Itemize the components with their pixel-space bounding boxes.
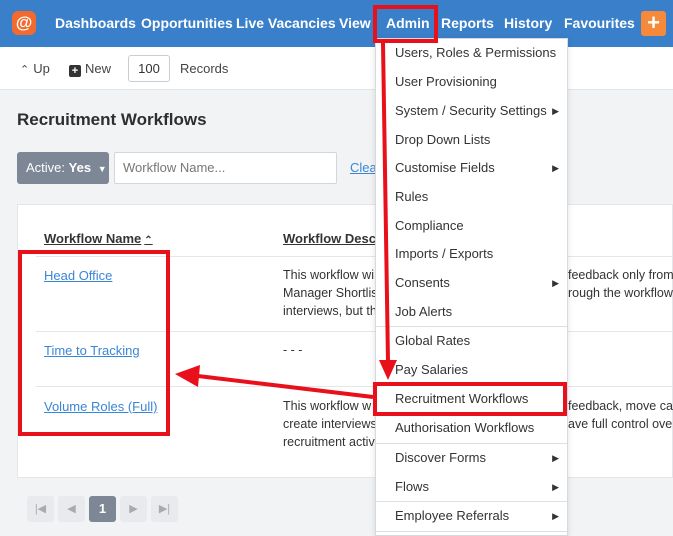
arrow-down-line (381, 42, 390, 363)
arrow-down-head (379, 360, 397, 380)
arrow-left-head (175, 365, 200, 387)
arrow-left-line (197, 374, 374, 399)
annotation-arrows (175, 42, 397, 399)
